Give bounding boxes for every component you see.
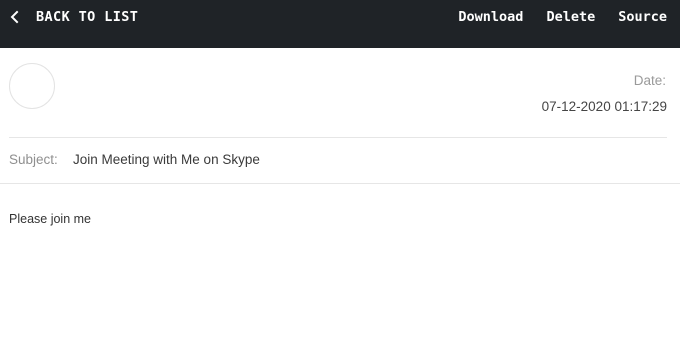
chevron-left-icon xyxy=(10,10,19,24)
avatar xyxy=(9,63,55,109)
subject-value: Join Meeting with Me on Skype xyxy=(73,152,260,167)
toolbar-actions: Download Delete Source xyxy=(458,8,667,26)
subject-row: Subject: Join Meeting with Me on Skype xyxy=(9,152,260,167)
source-button[interactable]: Source xyxy=(618,9,667,25)
delete-button[interactable]: Delete xyxy=(546,9,595,25)
date-value: 07-12-2020 01:17:29 xyxy=(541,99,667,114)
divider xyxy=(0,183,680,184)
date-label: Date: xyxy=(633,73,666,88)
back-to-list-button[interactable]: BACK TO LIST xyxy=(8,8,138,26)
message-body: Please join me xyxy=(9,212,91,226)
divider xyxy=(9,137,667,138)
back-to-list-label: BACK TO LIST xyxy=(36,9,139,25)
top-bar: BACK TO LIST Download Delete Source xyxy=(0,0,680,48)
subject-label: Subject: xyxy=(9,152,58,167)
download-button[interactable]: Download xyxy=(458,9,523,25)
